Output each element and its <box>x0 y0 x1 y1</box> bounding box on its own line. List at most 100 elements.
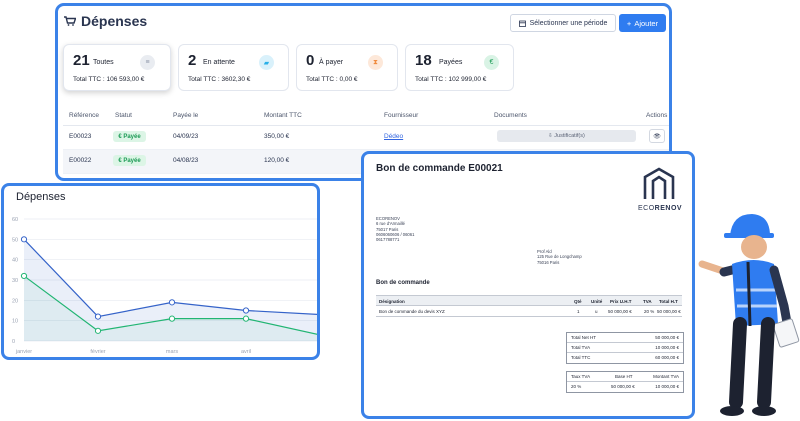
worker-illustration <box>698 214 800 416</box>
client-line: 125 Rue de Longchamp <box>537 254 582 260</box>
card-paid[interactable]: 18 Payées Total TTC : 102 999,00 € € <box>405 44 514 91</box>
logo-text-eco: ECO <box>638 205 655 212</box>
row-reference: E00022 <box>69 157 92 164</box>
y-tick-label: 50 <box>12 237 18 243</box>
inv-col-vat: TVA <box>643 299 652 304</box>
totals-box: Total Net HT 50 000,00 € Total TVA 10 00… <box>566 332 684 364</box>
plus-icon: + <box>626 18 632 28</box>
inv-designation: Bon de commande du devis XYZ <box>379 309 445 314</box>
data-point <box>20 272 28 280</box>
inv-unit: u <box>595 309 598 314</box>
chart-panel: 0 10 20 30 40 50 60 janvier février mars avril Dép… <box>1 183 320 360</box>
inv-col-qty: Qté <box>574 299 582 304</box>
card-pending[interactable]: 2 En attente Total TTC : 3602,30 € ▰ <box>178 44 289 91</box>
y-tick-label: 20 <box>12 298 18 304</box>
vat-rate: 20 % <box>571 384 582 389</box>
calendar-icon <box>518 20 526 27</box>
helmet-icon <box>730 214 770 236</box>
data-point <box>168 299 176 306</box>
truck-icon: ▰ <box>259 55 274 70</box>
total-value: 50 000,00 € <box>655 335 679 340</box>
col-reference[interactable]: Référence <box>69 112 99 119</box>
row-paid-date: 04/09/23 <box>173 133 199 140</box>
inv-col-total: Total H.T <box>659 299 678 304</box>
y-tick-label: 30 <box>12 278 18 284</box>
col-paid-date[interactable]: Payée le <box>173 112 198 119</box>
y-tick-label: 10 <box>12 319 18 325</box>
supplier-link[interactable]: Dédeo <box>384 133 403 140</box>
inv-col-designation: Désignation <box>379 299 405 304</box>
expenses-header: Dépenses Sélectionner une période + Ajou… <box>58 6 669 36</box>
inv-total: 50 000,00 € <box>657 309 681 314</box>
inv-qty: 1 <box>577 309 580 314</box>
invoice-title: Bon de commande E00021 <box>376 163 503 174</box>
list-icon: ≡ <box>140 55 155 70</box>
x-tick-label: février <box>90 349 105 355</box>
view-icon[interactable]: 👁 <box>649 129 665 143</box>
status-badge: € Payée <box>113 155 146 166</box>
inv-price: 50 000,00 € <box>608 309 632 314</box>
card-total: Total TTC : 102 999,00 € <box>415 76 487 83</box>
total-row: Total TVA 10 000,00 € <box>567 343 683 353</box>
chart-title: Dépenses <box>16 191 66 203</box>
cart-icon <box>64 16 76 26</box>
total-row: Total Net HT 50 000,00 € <box>567 333 683 343</box>
inv-col-price: Prix U.H.T <box>610 299 632 304</box>
total-value: 60 000,00 € <box>655 355 679 360</box>
row-amount: 120,00 € <box>264 157 290 164</box>
x-tick-label: janvier <box>15 349 32 355</box>
inv-vat: 20 % <box>644 309 655 314</box>
col-amount[interactable]: Montant TTC <box>264 112 302 119</box>
ecorenov-logo-icon <box>643 167 675 199</box>
card-total: Total TTC : 106 593,00 € <box>73 76 145 83</box>
invoice-table: Désignation Qté Unité Prix U.H.T TVA Tot… <box>376 295 682 317</box>
row-amount: 350,00 € <box>264 133 290 140</box>
col-actions: Actions <box>646 112 668 119</box>
card-count: 18 <box>415 52 432 69</box>
invoice-section-title: Bon de commande <box>376 280 430 286</box>
vat-box: Taux TVA Base HT Montant TVA 20 % 50 000… <box>566 371 684 393</box>
x-tick-label: avril <box>241 349 251 355</box>
col-documents[interactable]: Documents <box>494 112 527 119</box>
hourglass-icon: ⧗ <box>368 55 383 70</box>
y-tick-label: 0 <box>12 339 15 345</box>
card-all[interactable]: 21 Toutes Total TTC : 106 593,00 € ≡ <box>63 44 171 91</box>
document-button[interactable]: ⇩ Justificatif(s) <box>497 130 636 142</box>
row-reference: E00023 <box>69 133 92 140</box>
total-label: Total Net HT <box>571 335 597 340</box>
company-line: 0617788771 <box>376 237 400 243</box>
card-total: Total TTC : 0,00 € <box>306 76 358 83</box>
card-count: 21 <box>73 52 90 69</box>
data-point <box>20 236 28 243</box>
data-point <box>242 307 250 314</box>
inv-col-unit: Unité <box>591 299 603 304</box>
table-row[interactable]: E00023 € Payée 04/09/23 350,00 € Dédeo ⇩… <box>63 126 669 150</box>
add-button[interactable]: + Ajouter <box>619 14 666 32</box>
vat-col-rate: Taux TVA <box>571 374 591 379</box>
client-address: Prof Ald 125 Rue de Longchamp 75016 Pari… <box>537 249 582 265</box>
client-line: 75016 Paris <box>537 259 560 265</box>
logo-text-renov: RENOV <box>654 205 683 212</box>
col-status[interactable]: Statut <box>115 112 132 119</box>
total-label: Total TTC <box>571 355 591 360</box>
data-point <box>168 315 176 322</box>
table-header: Référence Statut Payée le Montant TTC Fo… <box>63 106 669 126</box>
status-badge: € Payée <box>113 131 146 142</box>
card-count: 0 <box>306 52 315 69</box>
total-row: Total TTC 60 000,00 € <box>567 353 683 363</box>
y-tick-label: 60 <box>12 217 18 223</box>
total-label: Total TVA <box>571 345 591 350</box>
line-chart: 0 10 20 30 40 50 60 janvier février mars avril <box>12 217 317 355</box>
vat-base: 50 000,00 € <box>611 384 635 389</box>
card-label: Toutes <box>93 59 114 66</box>
add-button-label: Ajouter <box>634 18 659 28</box>
card-label: Payées <box>439 59 463 66</box>
card-label: En attente <box>203 59 235 66</box>
col-supplier[interactable]: Fournisseur <box>384 112 418 119</box>
total-value: 10 000,00 € <box>655 345 679 350</box>
vat-row: 20 % 50 000,00 € 10 000,00 € <box>567 382 683 392</box>
summary-cards: 21 Toutes Total TTC : 106 593,00 € ≡ 2 E… <box>63 44 663 92</box>
vat-header: Taux TVA Base HT Montant TVA <box>567 372 683 382</box>
card-to-pay[interactable]: 0 À payer Total TTC : 0,00 € ⧗ <box>296 44 398 91</box>
select-period-button[interactable]: Sélectionner une période <box>510 14 616 32</box>
